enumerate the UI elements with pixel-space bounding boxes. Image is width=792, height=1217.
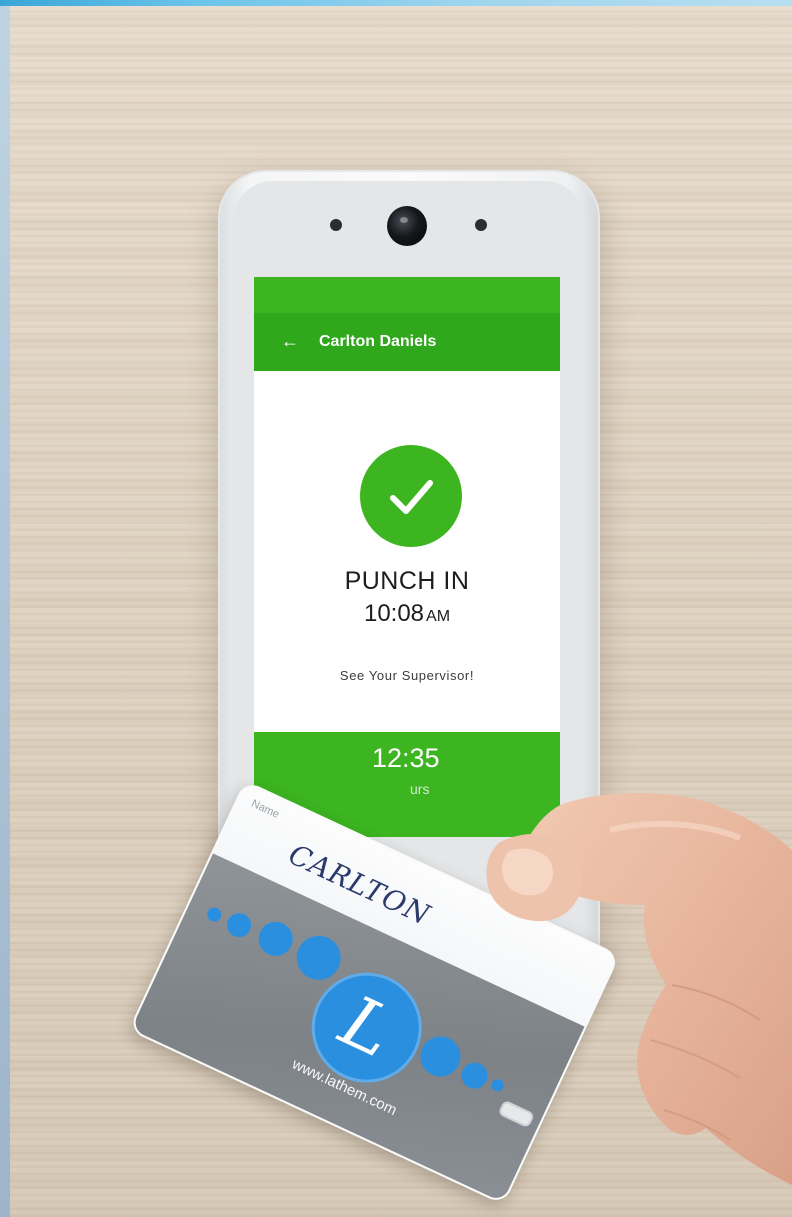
hand [486, 793, 792, 1185]
